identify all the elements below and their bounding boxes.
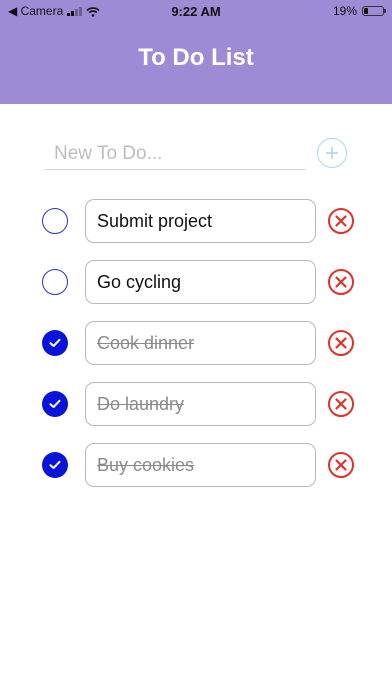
delete-x-icon <box>328 269 354 295</box>
add-todo-button[interactable] <box>317 138 347 168</box>
new-todo-row <box>44 138 360 174</box>
delete-x-icon <box>328 391 354 417</box>
todo-text-field[interactable]: Do laundry <box>85 382 316 426</box>
page-title: To Do List <box>138 44 254 71</box>
todo-text-field[interactable]: Submit project <box>85 199 316 243</box>
todo-item: Submit project <box>0 199 392 243</box>
header-bar: ◀ Camera 9:22 AM 19% To Do List <box>0 0 392 104</box>
delete-todo-button[interactable] <box>327 329 355 357</box>
delete-todo-button[interactable] <box>327 207 355 235</box>
delete-todo-button[interactable] <box>327 390 355 418</box>
todo-text-field[interactable]: Buy cookies <box>85 443 316 487</box>
todo-checkbox[interactable] <box>42 208 68 234</box>
todo-checkbox[interactable] <box>42 391 68 417</box>
todo-item: Do laundry <box>0 382 392 426</box>
delete-x-icon <box>328 208 354 234</box>
todo-checkbox[interactable] <box>42 269 68 295</box>
todo-checkbox[interactable] <box>42 330 68 356</box>
status-bar: ◀ Camera 9:22 AM 19% <box>0 0 392 22</box>
delete-todo-button[interactable] <box>327 451 355 479</box>
new-todo-input[interactable] <box>44 138 306 170</box>
delete-x-icon <box>328 330 354 356</box>
battery-percent: 19% <box>332 4 357 18</box>
checkmark-icon <box>49 338 61 347</box>
todo-text-field[interactable]: Cook dinner <box>85 321 316 365</box>
checkmark-icon <box>49 460 61 469</box>
todo-item: Go cycling <box>0 260 392 304</box>
todo-text-field[interactable]: Go cycling <box>85 260 316 304</box>
todo-item: Cook dinner <box>0 321 392 365</box>
todo-item: Buy cookies <box>0 443 392 487</box>
delete-x-icon <box>328 452 354 478</box>
delete-todo-button[interactable] <box>327 268 355 296</box>
todo-checkbox[interactable] <box>42 452 68 478</box>
battery-icon <box>362 6 386 16</box>
plus-icon <box>326 147 338 159</box>
checkmark-icon <box>49 399 61 408</box>
